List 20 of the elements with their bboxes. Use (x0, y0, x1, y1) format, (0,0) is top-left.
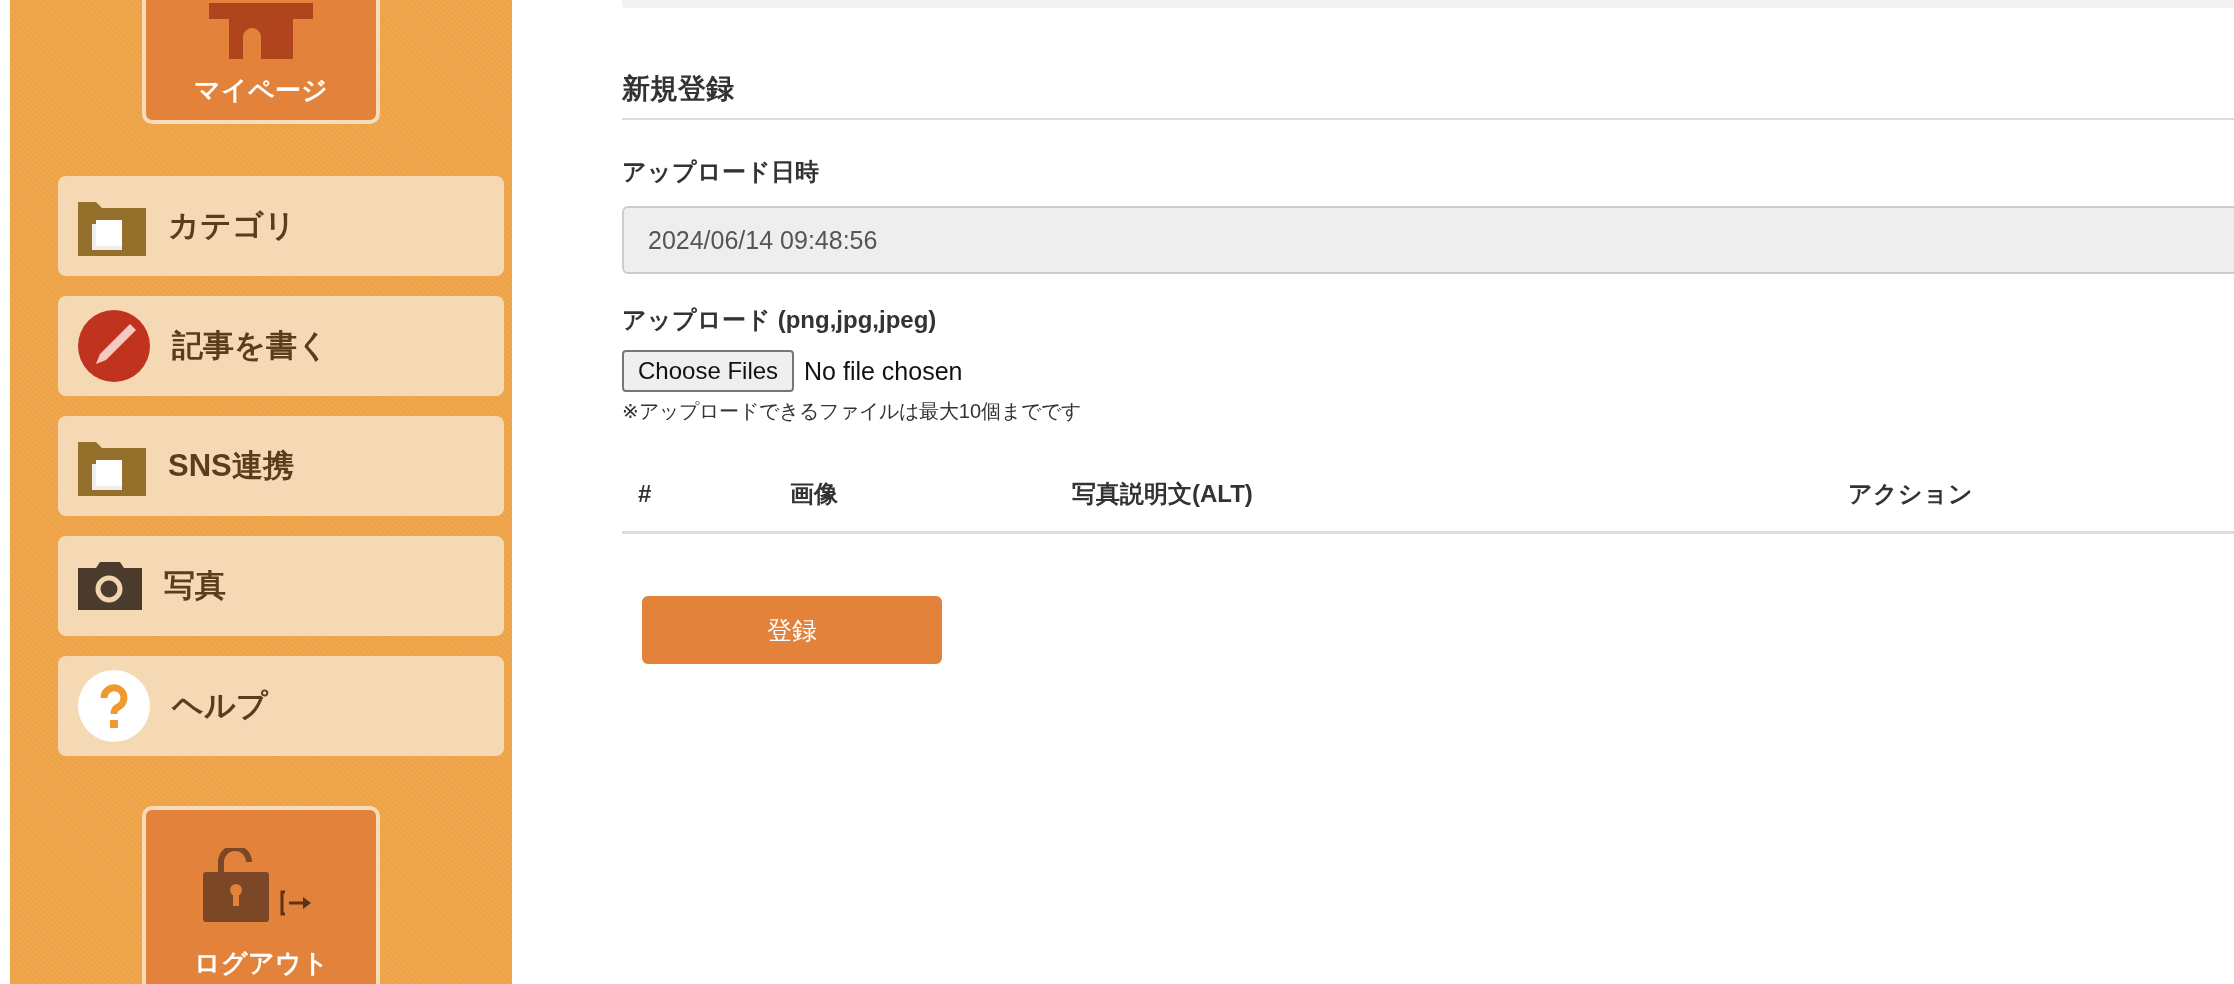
pencil-icon (78, 310, 150, 382)
column-header: 画像 (789, 479, 839, 509)
datetime-field[interactable]: 2024/06/14 09:48:56 (622, 206, 2234, 274)
section-title: 新規登録 (622, 70, 2234, 120)
sidebar-item[interactable]: カテゴリ (58, 176, 504, 276)
file-status: No file chosen (804, 356, 963, 386)
house-icon (209, 3, 313, 59)
choose-files-button[interactable]: Choose Files (622, 350, 795, 392)
camera-icon (78, 562, 142, 610)
column-header: アクション (1847, 479, 1974, 509)
field-label: アップロード (png,jpg,jpeg) (622, 305, 938, 335)
sidebar-item[interactable]: 記事を書く (58, 296, 504, 396)
sidebar-item[interactable]: SNS連携 (58, 416, 504, 516)
field-label: アップロード日時 (622, 157, 820, 187)
help-icon (78, 670, 150, 742)
sidebar-item[interactable]: 写真 (58, 536, 504, 636)
column-header: 写真説明文(ALT) (1071, 479, 1254, 509)
upload-note: ※アップロードできるファイルは最大10個までです (622, 399, 1082, 424)
column-header: # (637, 480, 653, 508)
sidebar-item[interactable]: ヘルプ (58, 656, 504, 756)
